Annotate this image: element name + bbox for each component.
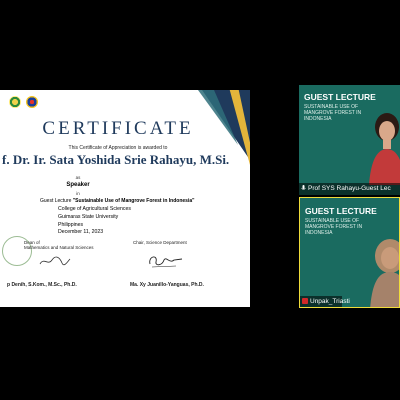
tile-subheading: SUSTAINABLE USE OF MANGROVE FOREST IN IN… — [305, 218, 363, 236]
date-text: December 11, 2023 — [58, 229, 104, 235]
as-text: as — [75, 175, 81, 180]
chair-label: Chair, Science Department — [133, 240, 187, 245]
awarded-text: This Certificate of Appreciation is awar… — [68, 145, 168, 151]
muted-microphone-icon — [302, 298, 308, 305]
college-text: College of Agricultural Sciences — [58, 206, 131, 212]
dean-label-line-2: Mathematics and Natural Sciences — [24, 245, 94, 250]
chair-name: Ma. Xy Juanillo-Yanguas, Ph.D. — [130, 282, 204, 288]
participant-video-icon — [369, 113, 400, 185]
participant-name: Unpak_Triasti — [310, 298, 350, 305]
participant-video-tile-active[interactable]: GUEST LECTURE SUSTAINABLE USE OF MANGROV… — [299, 197, 400, 308]
in-text: in — [76, 191, 80, 196]
participant-name: Prof SYS Rahayu-Guest Lec — [308, 185, 391, 192]
certificate-title: CERTIFICATE — [42, 118, 194, 139]
tile-subheading: SUSTAINABLE USE OF MANGROVE FOREST IN IN… — [304, 104, 362, 122]
microphone-icon — [301, 184, 306, 190]
shared-screen-certificate: CERTIFICATE This Certificate of Apprecia… — [0, 90, 250, 307]
tile-heading: GUEST LECTURE — [304, 92, 376, 102]
university-logo-icon — [9, 96, 21, 108]
participant-name-bar: Prof SYS Rahayu-Guest Lec — [299, 183, 400, 195]
dean-label: Dean of Mathematics and Natural Sciences — [24, 240, 94, 250]
lecture-title: "Sustainable Use of Mangrove Forest in I… — [72, 198, 195, 204]
university-text: Guimaras State University — [58, 214, 119, 220]
tile-heading: GUEST LECTURE — [305, 206, 377, 216]
participant-name-bar: Unpak_Triasti — [300, 296, 350, 307]
participant-video-icon — [370, 239, 399, 307]
country-text: Philippines — [58, 222, 84, 228]
university-logo-icon — [26, 96, 38, 108]
chair-signature-icon — [149, 256, 183, 268]
role-text: Speaker — [66, 182, 90, 188]
recipient-name: f. Dr. Ir. Sata Yoshida Srie Rahayu, M.S… — [2, 152, 230, 167]
dean-signature-icon — [39, 256, 71, 266]
lecture-line: Guest Lecture "Sustainable Use of Mangro… — [40, 198, 195, 204]
participant-video-tile[interactable]: GUEST LECTURE SUSTAINABLE USE OF MANGROV… — [299, 85, 400, 195]
dean-name: p Denih, S.Kom., M.Sc., Ph.D. — [7, 282, 77, 288]
lecture-prefix: Guest Lecture — [40, 198, 73, 204]
